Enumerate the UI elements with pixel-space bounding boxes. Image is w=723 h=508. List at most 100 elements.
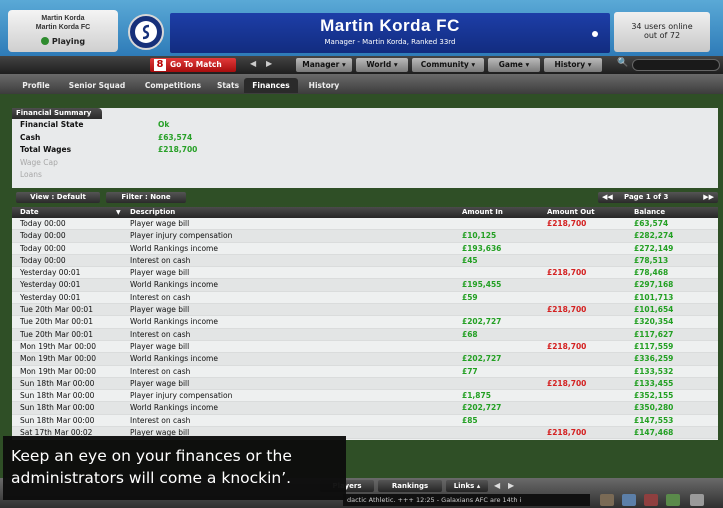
playing-status: Playing <box>8 37 118 46</box>
pager: ◀◀ Page 1 of 3 ▶▶ <box>598 192 718 203</box>
cell-balance: £63,574 <box>634 219 669 228</box>
summary-row-total-wages: Total Wages £218,700 <box>12 144 718 157</box>
table-row[interactable]: Mon 19th Mar 00:00 Player wage bill £218,7… <box>12 341 718 354</box>
summary-row-wage-cap: Wage Cap <box>12 157 718 170</box>
table-body: Today 00:00 Player wage bill £218,700 £63,5… <box>12 218 718 440</box>
cell-description: Interest on cash <box>130 292 191 302</box>
menu-history[interactable]: History ▾ <box>544 58 602 72</box>
taskbar-globe-icon[interactable] <box>666 494 680 506</box>
tab-competitions[interactable]: Competitions <box>138 78 208 93</box>
tab-finances[interactable]: Finances <box>244 78 298 93</box>
footer-forward-icon[interactable]: ▶ <box>508 481 514 490</box>
user-panel[interactable]: Martin Korda Martin Korda FC Playing <box>8 10 118 52</box>
cell-amount-in: £85 <box>462 415 478 425</box>
table-toolbar: View : Default Filter : None ◀◀ Page 1 o… <box>12 192 718 204</box>
cell-amount-in: £202,727 <box>462 403 502 413</box>
rankings-button[interactable]: Rankings <box>378 480 442 492</box>
prev-page-icon[interactable]: ◀◀ <box>602 192 613 203</box>
table-row[interactable]: Today 00:00 Player wage bill £218,700 £63,5… <box>12 218 718 231</box>
table-row[interactable]: Sun 18th Mar 00:00 Player wage bill £218,7… <box>12 377 718 391</box>
table-row[interactable]: Sun 18th Mar 00:00 Interest on cash £85 £14… <box>12 415 718 428</box>
cell-date: Sun 18th Mar 00:00 <box>20 391 95 401</box>
back-arrow-icon[interactable]: ◀ <box>250 59 256 68</box>
table-row[interactable]: Sun 18th Mar 00:00 Player injury compensa… <box>12 390 718 403</box>
go-to-match-button[interactable]: 8 Go To Match <box>150 58 236 72</box>
summary-title: Financial Summary <box>12 108 102 119</box>
tab-stats[interactable]: Stats <box>212 78 244 93</box>
filter-dropdown[interactable]: Filter : None <box>106 192 186 203</box>
go-to-match-label: Go To Match <box>170 60 222 69</box>
taskbar-app-icon[interactable] <box>600 494 614 506</box>
table-row[interactable]: Tue 20th Mar 00:01 World Rankings income £… <box>12 316 718 329</box>
cell-description: Player wage bill <box>130 268 190 278</box>
table-row[interactable]: Mon 19th Mar 00:00 Interest on cash £77 £13… <box>12 366 718 378</box>
tab-history[interactable]: History <box>302 78 346 93</box>
table-row[interactable]: Today 00:00 Player injury compensation £10… <box>12 230 718 243</box>
cell-balance: £133,532 <box>634 366 674 376</box>
cell-amount-in: £59 <box>462 292 478 302</box>
table-row[interactable]: Tue 20th Mar 00:01 Interest on cash £68 £11… <box>12 328 718 341</box>
col-date[interactable]: Date <box>20 207 39 218</box>
col-amount-out[interactable]: Amount Out <box>547 207 595 218</box>
table-row[interactable]: Yesterday 00:01 Player wage bill £218,700 £… <box>12 267 718 280</box>
cell-description: Player wage bill <box>130 219 190 228</box>
col-amount-in[interactable]: Amount In <box>462 207 503 218</box>
cell-balance: £101,713 <box>634 292 674 302</box>
magazine-caption: Keep an eye on your finances or the admi… <box>3 436 346 500</box>
cell-date: Tue 20th Mar 00:01 <box>20 317 93 327</box>
sort-arrow-icon[interactable]: ▼ <box>116 207 121 218</box>
menu-manager[interactable]: Manager ▾ <box>296 58 352 72</box>
cell-description: Interest on cash <box>130 329 191 339</box>
table-row[interactable]: Tue 20th Mar 00:01 Player wage bill £218,7… <box>12 304 718 317</box>
cell-date: Tue 20th Mar 00:01 <box>20 305 93 315</box>
table-row[interactable]: Sun 18th Mar 00:00 World Rankings income £… <box>12 402 718 415</box>
taskbar-person-icon[interactable] <box>622 494 636 506</box>
cell-date: Sun 18th Mar 00:00 <box>20 378 95 388</box>
taskbar-trophy-icon[interactable] <box>644 494 658 506</box>
menu-world[interactable]: World ▾ <box>356 58 408 72</box>
col-description[interactable]: Description <box>130 207 175 218</box>
cell-balance: £117,627 <box>634 329 674 339</box>
summary-label: Financial State <box>20 120 84 129</box>
cell-balance: £282,274 <box>634 231 674 241</box>
forward-arrow-icon[interactable]: ▶ <box>266 59 272 68</box>
cell-description: World Rankings income <box>130 354 218 364</box>
cell-date: Sun 18th Mar 00:00 <box>20 403 95 413</box>
search-input[interactable] <box>632 59 720 71</box>
cell-description: Interest on cash <box>130 415 191 425</box>
cell-balance: £78,468 <box>634 268 669 278</box>
club-title-bar: Martin Korda FC Manager - Martin Korda, … <box>170 13 610 53</box>
view-dropdown[interactable]: View : Default <box>16 192 100 203</box>
table-row[interactable]: Yesterday 00:01 Interest on cash £59 £101,7… <box>12 292 718 305</box>
cell-description: Player wage bill <box>130 378 190 388</box>
cell-balance: £147,553 <box>634 415 674 425</box>
table-row[interactable]: Mon 19th Mar 00:00 World Rankings income £… <box>12 353 718 366</box>
taskbar-settings-icon[interactable] <box>690 494 704 506</box>
menu-community[interactable]: Community ▾ <box>412 58 484 72</box>
footer-back-icon[interactable]: ◀ <box>494 481 500 490</box>
summary-row-loans: Loans <box>12 169 718 182</box>
search-icon[interactable]: 🔍 <box>617 58 628 68</box>
manager-name: Martin Korda <box>41 15 85 22</box>
cell-amount-in: £77 <box>462 366 478 376</box>
nav-bar: 8 Go To Match ◀ ▶ Manager ▾ World ▾ Comm… <box>0 56 723 74</box>
tab-senior-squad[interactable]: Senior Squad <box>62 78 132 93</box>
col-balance[interactable]: Balance <box>634 207 665 218</box>
table-row[interactable]: Yesterday 00:01 World Rankings income £195… <box>12 279 718 292</box>
cell-amount-in: £1,875 <box>462 391 491 401</box>
tab-profile[interactable]: Profile <box>18 78 54 93</box>
news-ticker[interactable]: dactic Athletic. +++ 12:25 - Galaxians A… <box>343 494 590 506</box>
users-online[interactable]: 34 users online out of 72 <box>614 12 710 52</box>
cell-description: World Rankings income <box>130 403 218 413</box>
table-row[interactable]: Today 00:00 World Rankings income £193,636… <box>12 243 718 255</box>
cell-balance: £336,259 <box>634 354 674 364</box>
table-row[interactable]: Today 00:00 Interest on cash £45 £78,513 <box>12 254 718 268</box>
next-page-icon[interactable]: ▶▶ <box>703 192 714 203</box>
cell-amount-in: £202,727 <box>462 354 502 364</box>
manager-subtitle: Manager - Martin Korda, Ranked 33rd <box>324 38 456 46</box>
cell-date: Yesterday 00:01 <box>20 268 81 278</box>
summary-label: Wage Cap <box>20 157 58 167</box>
links-button[interactable]: Links ▴ <box>446 480 488 492</box>
menu-game[interactable]: Game ▾ <box>488 58 540 72</box>
cell-balance: £101,654 <box>634 305 674 315</box>
